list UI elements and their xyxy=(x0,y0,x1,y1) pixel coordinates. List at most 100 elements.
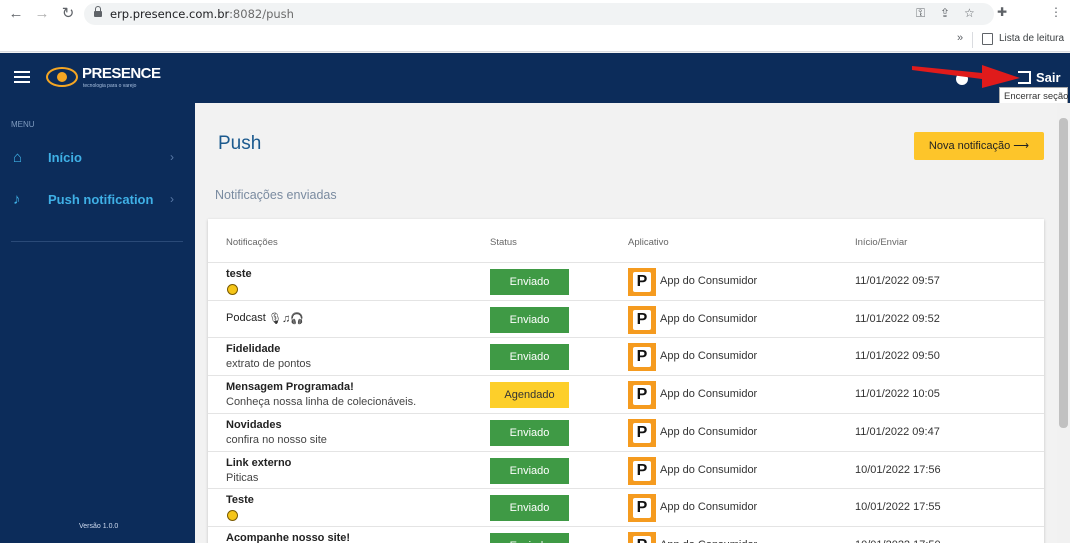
app-name: App do Consumidor xyxy=(660,501,758,514)
status-badge: Agendado xyxy=(490,382,569,409)
app-logo-icon: P xyxy=(628,268,656,296)
app-logo-letter: P xyxy=(633,498,651,519)
hamburger-menu-icon[interactable] xyxy=(14,71,30,83)
forward-icon[interactable]: → xyxy=(32,4,52,24)
bookmarks-bar: » Lista de leitura xyxy=(0,28,1070,52)
app-name: App do Consumidor xyxy=(660,388,758,401)
app-logo-letter: P xyxy=(633,309,651,330)
key-icon[interactable]: ⚿ xyxy=(916,6,925,21)
table-row[interactable]: Novidades confira no nosso site Enviado P Ap… xyxy=(208,412,1044,451)
sidebar-item-label: Push notification xyxy=(48,192,154,207)
send-date: 10/01/2022 17:50 xyxy=(855,539,941,543)
status-badge: Enviado xyxy=(490,532,569,543)
chevron-right-icon: › xyxy=(170,192,174,206)
version-label: Versão 1.0.0 xyxy=(79,523,119,530)
table-row[interactable]: teste Enviado P App do Consumidor 11/01/2022… xyxy=(208,262,1044,300)
menu-kebab-icon[interactable]: ⋮ xyxy=(1050,5,1062,19)
bookmarks-more[interactable]: » xyxy=(957,32,963,44)
table-row[interactable]: Link externo Piticas Enviado P App do Consum… xyxy=(208,450,1044,489)
notification-title: teste xyxy=(226,268,252,280)
page-title: Push xyxy=(218,133,262,154)
reading-list-icon[interactable] xyxy=(982,33,993,45)
send-date: 11/01/2022 09:47 xyxy=(855,425,940,438)
notification-title: Mensagem Programada! xyxy=(226,381,354,394)
column-header-notificacoes: Notificações xyxy=(226,237,278,248)
status-badge: Enviado xyxy=(490,306,569,333)
app-name: App do Consumidor xyxy=(660,463,758,476)
send-date: 10/01/2022 17:55 xyxy=(855,501,941,514)
status-badge: Enviado xyxy=(490,344,569,371)
status-badge: Enviado xyxy=(490,495,569,522)
app-logo-letter: P xyxy=(633,385,651,406)
red-arrow-annotation xyxy=(912,65,1020,88)
smiley-emoji-icon xyxy=(227,284,238,295)
new-notification-button[interactable]: Nova notificação ⟶ xyxy=(914,132,1044,160)
scrollbar-thumb[interactable] xyxy=(1059,118,1068,428)
table-row[interactable]: Podcast 🎙♫🎧 Enviado P App do Consumidor 11/01… xyxy=(208,299,1044,338)
column-header-status: Status xyxy=(490,237,517,248)
sidebar-item-push-notification[interactable]: ♪ Push notification › xyxy=(0,186,195,214)
app-name: App do Consumidor xyxy=(660,350,758,363)
star-icon[interactable]: ☆ xyxy=(964,6,975,20)
notifications-table: Notificações Status Aplicativo Início/En… xyxy=(208,219,1044,543)
sidebar-item-label: Início xyxy=(48,150,82,165)
notification-title: Teste xyxy=(226,494,254,507)
bookmarks-divider xyxy=(972,32,973,48)
table-row[interactable]: Fidelidade extrato de pontos Enviado P App d… xyxy=(208,337,1044,375)
extensions-icon[interactable]: ✚ xyxy=(997,5,1007,19)
app-logo-icon: P xyxy=(628,305,656,334)
app-header: PRESENCE tecnologia para o varejo Sair xyxy=(0,53,1070,103)
notification-subtitle: confira no nosso site xyxy=(226,433,327,446)
table-row[interactable]: Acompanhe nosso site! Enviado P App do Cons… xyxy=(208,525,1044,543)
sidebar: MENU ⌂ Início › ♪ Push notification › Ve… xyxy=(0,103,195,543)
reading-list-label[interactable]: Lista de leitura xyxy=(999,33,1064,44)
url-host: erp.presence.com.br xyxy=(110,7,230,21)
notification-subtitle: extrato de pontos xyxy=(226,358,312,371)
app-logo-icon: P xyxy=(628,343,656,372)
table-row[interactable]: Mensagem Programada! Conheça nossa linha … xyxy=(208,375,1044,413)
page-scrollbar[interactable] xyxy=(1057,103,1070,543)
app-logo-letter: P xyxy=(633,422,651,443)
status-badge: Enviado xyxy=(490,269,569,295)
app-name: App do Consumidor xyxy=(660,539,757,543)
send-date: 10/01/2022 17:56 xyxy=(855,463,941,476)
status-badge: Enviado xyxy=(490,419,569,446)
logout-button[interactable]: Sair xyxy=(1036,70,1061,85)
table-row[interactable]: Teste Enviado P App do Consumidor 10/01/2022… xyxy=(208,488,1044,526)
app-logo-letter: P xyxy=(633,460,651,481)
sidebar-divider xyxy=(11,241,183,242)
app-name: App do Consumidor xyxy=(660,425,758,438)
address-bar[interactable]: erp.presence.com.br:8082/push ⚿ ⇪ ☆ xyxy=(84,3,994,25)
send-date: 11/01/2022 10:05 xyxy=(855,388,940,401)
notification-title: Link externo xyxy=(226,456,292,469)
send-date: 11/01/2022 09:50 xyxy=(855,350,940,363)
notification-title: Novidades xyxy=(226,418,282,431)
notification-title: Podcast xyxy=(226,311,266,324)
section-title: Notificações enviadas xyxy=(215,188,337,202)
app-logo-letter: P xyxy=(633,347,651,368)
logo-tagline: tecnologia para o varejo xyxy=(83,83,137,89)
app-logo-letter: P xyxy=(633,535,651,543)
presence-logo: PRESENCE tecnologia para o varejo xyxy=(46,63,161,91)
reload-icon[interactable]: ↻ xyxy=(58,4,78,24)
send-date: 11/01/2022 09:57 xyxy=(855,275,940,287)
app-logo-icon: P xyxy=(628,456,656,485)
arrow-right-icon: ⟶ xyxy=(1013,140,1030,152)
podcast-emoji-icons: 🎙♫🎧 xyxy=(268,312,304,325)
app-logo-icon: P xyxy=(628,418,656,447)
back-icon[interactable]: ← xyxy=(6,4,26,24)
sidebar-item-inicio[interactable]: ⌂ Início › xyxy=(0,144,195,172)
logo-word: PRESENCE xyxy=(82,65,161,82)
column-header-inicio-enviar: Início/Enviar xyxy=(855,237,908,248)
send-date: 11/01/2022 09:52 xyxy=(855,312,940,325)
menu-label: MENU xyxy=(11,120,35,129)
app-logo-icon: P xyxy=(628,531,656,543)
browser-toolbar: ← → ↻ erp.presence.com.br:8082/push ⚿ ⇪ … xyxy=(0,0,1070,28)
app-logo-icon: P xyxy=(628,494,656,523)
share-icon[interactable]: ⇪ xyxy=(940,6,950,20)
notification-subtitle: Conheça nossa linha de colecionáveis. xyxy=(226,396,417,409)
home-icon: ⌂ xyxy=(13,149,23,166)
status-badge: Enviado xyxy=(490,457,569,484)
notification-title: Acompanhe nosso site! xyxy=(226,531,351,543)
smiley-emoji-icon xyxy=(227,510,238,522)
